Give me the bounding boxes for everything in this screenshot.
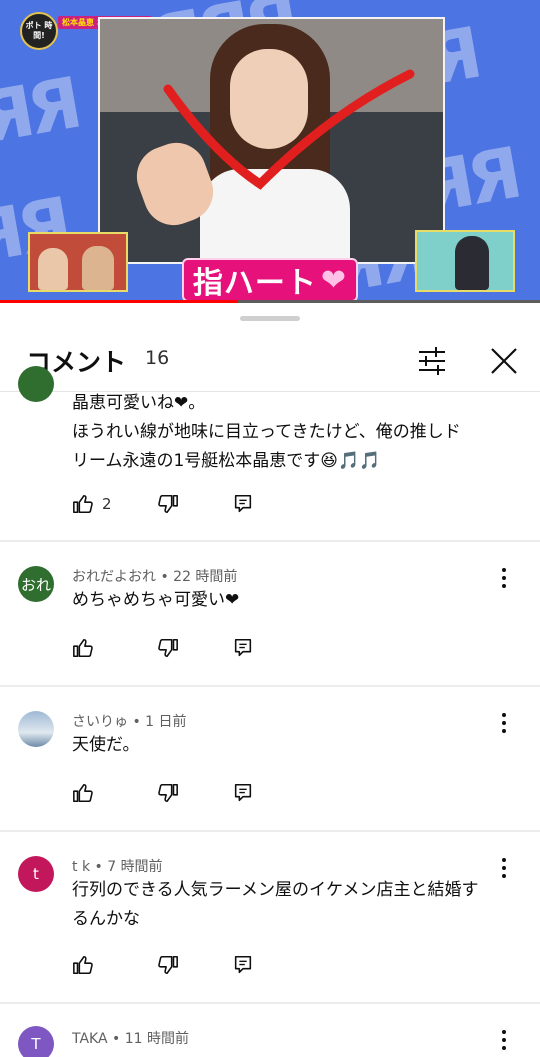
comment-line: 天使だ。 — [72, 735, 140, 755]
thumbs-up-icon — [73, 638, 93, 658]
comment-text: めちゃめちゃ可愛い❤ — [72, 586, 522, 615]
comment-author[interactable]: さいりゅ • 1 日前 — [72, 711, 187, 731]
dislike-button[interactable] — [157, 778, 179, 808]
more-vert-icon — [502, 568, 506, 588]
comment-actions — [72, 633, 372, 663]
thumbs-up-icon — [73, 783, 93, 803]
thumbs-down-icon — [158, 783, 178, 803]
comment-line: リーム永遠の1号艇松本晶恵です😆🎵🎵 — [72, 451, 381, 471]
more-options-button[interactable] — [494, 566, 514, 590]
reply-button[interactable] — [232, 950, 254, 980]
video-banner: 指ハート ❤ — [182, 258, 358, 302]
avatar[interactable]: T — [18, 1026, 54, 1057]
more-vert-icon — [502, 713, 506, 733]
comment-line: るんかな — [72, 909, 140, 929]
thumbs-down-icon — [158, 955, 178, 975]
avatar[interactable]: t — [18, 856, 54, 892]
comment-line: 晶恵可愛いね❤。 — [72, 393, 206, 413]
more-options-button[interactable] — [494, 711, 514, 735]
like-button[interactable] — [72, 778, 94, 808]
more-vert-icon — [502, 1030, 506, 1050]
comments-sheet: コメント 16 晶恵可愛いね❤。 ほうれい線が地味に目立ってきたけど、俺の推しド — [0, 303, 540, 1057]
comment-actions — [72, 950, 372, 980]
thumbs-up-icon — [73, 955, 93, 975]
reply-button[interactable] — [232, 633, 254, 663]
comment-actions: 2 — [72, 489, 372, 519]
video-thumbnail-left — [28, 232, 128, 292]
dislike-button[interactable] — [157, 950, 179, 980]
comment-line: めちゃめちゃ可愛い❤ — [72, 590, 240, 610]
avatar[interactable] — [18, 711, 54, 747]
reply-icon — [234, 494, 252, 513]
channel-logo-badge: ポト 時間! — [20, 12, 58, 50]
close-icon — [491, 348, 517, 374]
comment-line: 行列のできる人気ラーメン屋のイケメン店主と結婚す — [72, 880, 479, 900]
row-divider — [0, 540, 540, 542]
dislike-button[interactable] — [157, 489, 179, 519]
more-vert-icon — [502, 858, 506, 878]
thumbs-down-icon — [158, 494, 178, 514]
comment-text: 天使だ。 — [72, 731, 522, 760]
avatar[interactable] — [18, 366, 54, 402]
more-options-button[interactable] — [494, 856, 514, 880]
avatar[interactable]: おれ — [18, 566, 54, 602]
row-divider — [0, 1002, 540, 1004]
reply-button[interactable] — [232, 778, 254, 808]
video-main-frame — [98, 17, 445, 264]
comment-author[interactable]: t k • 7 時間前 — [72, 856, 163, 876]
close-button[interactable] — [486, 343, 522, 379]
reply-icon — [234, 955, 252, 974]
reply-icon — [234, 638, 252, 657]
video-player[interactable]: ЯЯ ЯЯЯ ЯЯ ЯЯ ЯЯ ЯЯ ポト 時間! 松本晶恵 おうちの時間! 指… — [0, 0, 540, 303]
video-thumbnail-right — [415, 230, 515, 292]
more-options-button[interactable] — [494, 1028, 514, 1052]
comments-header: コメント 16 — [0, 333, 540, 389]
like-button[interactable] — [72, 950, 94, 980]
filter-button[interactable] — [414, 343, 450, 379]
reply-button[interactable] — [232, 489, 254, 519]
like-button[interactable]: 2 — [72, 489, 112, 519]
like-count: 2 — [102, 495, 112, 513]
comment-line: ほうれい線が地味に目立ってきたけど、俺の推しド — [72, 422, 461, 442]
comment-author[interactable]: おれだよおれ • 22 時間前 — [72, 566, 237, 586]
red-check-drawing — [163, 69, 415, 190]
thumbs-up-icon — [73, 494, 93, 514]
row-divider — [0, 685, 540, 687]
comment-text: 行列のできる人気ラーメン屋のイケメン店主と結婚す るんかな — [72, 876, 522, 934]
comments-count: 16 — [145, 347, 170, 369]
reply-icon — [234, 783, 252, 802]
comment-actions — [72, 778, 372, 808]
like-button[interactable] — [72, 633, 94, 663]
thumbs-down-icon — [158, 638, 178, 658]
comment-author[interactable]: TAKA • 11 時間前 — [72, 1028, 189, 1048]
row-divider — [0, 830, 540, 832]
comment-text: 晶恵可愛いね❤。 ほうれい線が地味に目立ってきたけど、俺の推しド リーム永遠の1… — [72, 389, 522, 476]
drag-handle[interactable] — [240, 316, 300, 321]
dislike-button[interactable] — [157, 633, 179, 663]
heart-icon: ❤ — [320, 262, 348, 298]
tune-icon — [419, 347, 445, 375]
banner-text: 指ハート — [192, 266, 317, 301]
